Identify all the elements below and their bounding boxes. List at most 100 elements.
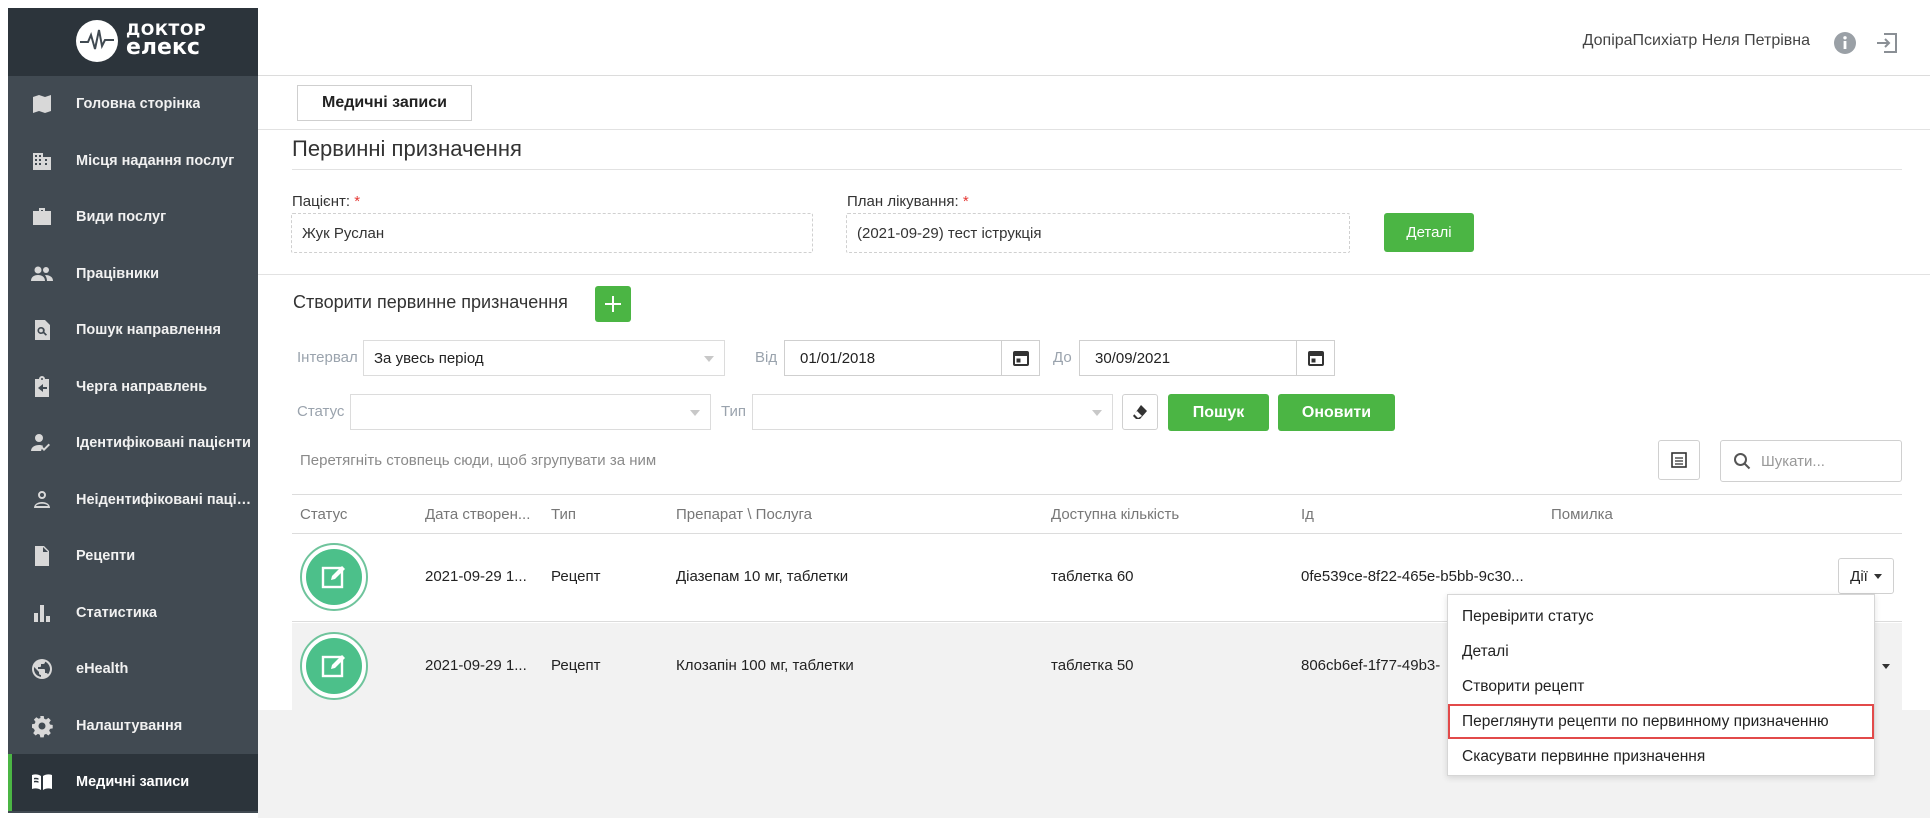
- sidebar-item-unidentified-patients[interactable]: Неідентифіковані пацієнти: [8, 472, 258, 529]
- menu-item-cancel-assignment[interactable]: Скасувати первинне призначення: [1448, 739, 1874, 774]
- chevron-down-icon: [690, 410, 700, 416]
- column-type[interactable]: Тип: [551, 506, 576, 523]
- required-mark: *: [962, 193, 969, 210]
- chevron-down-icon[interactable]: [1882, 664, 1890, 669]
- sidebar-item-label: eHealth: [76, 661, 129, 678]
- sidebar-item-referral-queue[interactable]: Черга направлень: [8, 359, 258, 416]
- calendar-icon[interactable]: [1296, 341, 1334, 375]
- menu-item-create-prescription[interactable]: Створити рецепт: [1448, 669, 1874, 704]
- sidebar-item-label: Статистика: [76, 604, 158, 621]
- type-label: Тип: [721, 403, 747, 420]
- sidebar-item-locations[interactable]: Місця надання послуг: [8, 133, 258, 190]
- search-button[interactable]: Пошук: [1168, 394, 1269, 431]
- cell-drug: Клозапін 100 мг, таблетки: [676, 657, 854, 674]
- edit-document-icon: [321, 655, 345, 678]
- gear-icon: [28, 712, 56, 740]
- calendar-icon[interactable]: [1001, 341, 1039, 375]
- building-icon: [28, 147, 56, 175]
- grid-search-input[interactable]: Шукати...: [1720, 440, 1902, 482]
- menu-item-check-status[interactable]: Перевірити статус: [1448, 599, 1874, 634]
- tab-medical-records[interactable]: Медичні записи: [297, 85, 472, 121]
- book-icon: [28, 768, 56, 796]
- logo-icon: [76, 20, 118, 62]
- cell-date: 2021-09-29 1...: [425, 568, 527, 585]
- sidebar: ДОКТОР елекс Головна сторінка Місця нада…: [8, 8, 258, 813]
- patient-label: Пацієнт: *: [292, 193, 360, 210]
- grid-header: Статус Дата створен... Тип Препарат \ По…: [292, 494, 1902, 534]
- sidebar-item-label: Ідентифіковані пацієнти: [76, 435, 251, 452]
- sidebar-item-prescriptions[interactable]: Рецепти: [8, 528, 258, 585]
- column-id[interactable]: Ід: [1301, 506, 1314, 523]
- status-select[interactable]: [350, 394, 711, 430]
- details-button[interactable]: Деталі: [1384, 213, 1474, 252]
- sidebar-item-settings[interactable]: Налаштування: [8, 698, 258, 755]
- sidebar-item-staff[interactable]: Працівники: [8, 246, 258, 303]
- to-date-input[interactable]: 30/09/2021: [1079, 340, 1335, 376]
- sidebar-item-label: Медичні записи: [76, 774, 190, 791]
- sidebar-item-statistics[interactable]: Статистика: [8, 585, 258, 642]
- cell-drug: Діазепам 10 мг, таблетки: [676, 568, 849, 585]
- logo[interactable]: ДОКТОР елекс: [8, 8, 258, 76]
- actions-dropdown-button[interactable]: Дії: [1838, 558, 1894, 594]
- sidebar-item-referral-search[interactable]: Пошук направлення: [8, 302, 258, 359]
- status-icon: [300, 543, 368, 611]
- cell-id: 806cb6ef-1f77-49b3-: [1301, 657, 1441, 674]
- treatment-plan-field[interactable]: (2021-09-29) тест іструкція: [846, 213, 1350, 253]
- interval-value: За увесь період: [374, 349, 484, 367]
- sidebar-item-services[interactable]: Види послуг: [8, 189, 258, 246]
- chevron-down-icon: [1092, 410, 1102, 416]
- column-available-qty[interactable]: Доступна кількість: [1051, 506, 1179, 523]
- menu-item-view-prescriptions[interactable]: Переглянути рецепти по первинному призна…: [1448, 704, 1874, 739]
- cell-qty: таблетка 60: [1051, 568, 1134, 585]
- to-date-value: 30/09/2021: [1095, 349, 1171, 367]
- globe-icon: [28, 655, 56, 683]
- plan-label: План лікування: *: [847, 193, 969, 210]
- top-header: ДопіраПсихіатр Неля Петрівна: [258, 8, 1930, 76]
- menu-item-details[interactable]: Деталі: [1448, 634, 1874, 669]
- edit-document-icon: [321, 566, 345, 589]
- sidebar-item-ehealth[interactable]: eHealth: [8, 641, 258, 698]
- sidebar-item-identified-patients[interactable]: Ідентифіковані пацієнти: [8, 415, 258, 472]
- sidebar-item-label: Головна сторінка: [76, 96, 201, 113]
- actions-label: Дії: [1850, 567, 1868, 585]
- column-status[interactable]: Статус: [300, 506, 347, 523]
- plus-icon: [605, 296, 621, 312]
- divider: [258, 129, 1930, 130]
- create-primary-assignment-label: Створити первинне призначення: [293, 292, 568, 312]
- required-mark: *: [354, 193, 361, 210]
- status-label: Статус: [297, 403, 345, 420]
- cell-qty: таблетка 50: [1051, 657, 1134, 674]
- column-drug-service[interactable]: Препарат \ Послуга: [676, 506, 812, 523]
- excel-icon: [1671, 452, 1687, 468]
- chevron-down-icon: [704, 356, 714, 362]
- person-outline-icon: [28, 486, 56, 514]
- user-name[interactable]: ДопіраПсихіатр Неля Петрівна: [1583, 32, 1810, 50]
- from-date-value: 01/01/2018: [800, 349, 876, 367]
- info-icon[interactable]: [1832, 30, 1858, 56]
- sidebar-item-home[interactable]: Головна сторінка: [8, 76, 258, 133]
- map-icon: [28, 90, 56, 118]
- from-date-input[interactable]: 01/01/2018: [784, 340, 1040, 376]
- logo-text: ДОКТОР елекс: [126, 21, 206, 59]
- export-excel-button[interactable]: [1658, 440, 1700, 480]
- divider: [292, 169, 1902, 170]
- divider: [258, 274, 1930, 275]
- refresh-button[interactable]: Оновити: [1278, 394, 1395, 431]
- column-created-date[interactable]: Дата створен...: [425, 506, 530, 523]
- logout-icon[interactable]: [1874, 30, 1900, 56]
- sidebar-item-label: Черга направлень: [76, 378, 208, 395]
- type-select[interactable]: [752, 394, 1113, 430]
- column-error[interactable]: Помилка: [1551, 506, 1613, 523]
- add-assignment-button[interactable]: [595, 286, 631, 322]
- clear-filters-button[interactable]: [1122, 394, 1158, 430]
- patient-field[interactable]: Жук Руслан: [291, 213, 813, 253]
- from-label: Від: [755, 349, 778, 366]
- cell-type: Рецепт: [551, 568, 601, 585]
- search-placeholder: Шукати...: [1761, 452, 1825, 470]
- people-icon: [28, 260, 56, 288]
- sidebar-item-medical-records[interactable]: Медичні записи: [8, 754, 258, 811]
- bar-chart-icon: [28, 599, 56, 627]
- page-title: Первинні призначення: [292, 136, 522, 161]
- interval-select[interactable]: За увесь період: [363, 340, 725, 376]
- chevron-down-icon: [1873, 573, 1882, 579]
